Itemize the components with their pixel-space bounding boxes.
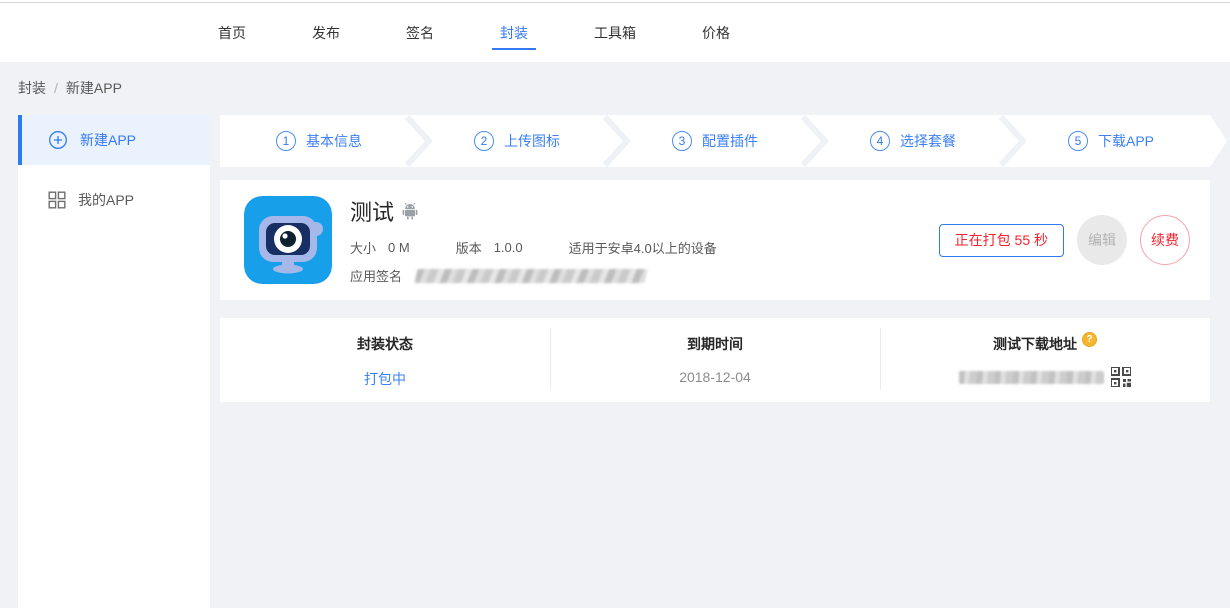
nav-item-home[interactable]: 首页: [210, 19, 254, 43]
sidebar: 新建APP 我的APP: [18, 115, 210, 608]
compat-text: 适用于安卓4.0以上的设备: [569, 238, 717, 257]
download-url-title: 测试下载地址?: [880, 334, 1210, 354]
size-value: 0 M: [388, 240, 410, 255]
step-number: 1: [276, 131, 296, 151]
app-meta: 大小 0 M 版本 1.0.0 适用于安卓4.0以上的设备: [350, 238, 939, 257]
screen: 首页 发布 签名 封装 工具箱 价格 封装 / 新建APP 新建APP: [0, 0, 1230, 608]
breadcrumb: 封装 / 新建APP: [0, 62, 1230, 115]
step-number: 3: [672, 131, 692, 151]
content-layout: 新建APP 我的APP 1 基本信息: [0, 115, 1230, 608]
renew-button[interactable]: 续费: [1140, 215, 1190, 265]
help-coin-icon[interactable]: ?: [1082, 332, 1097, 347]
step-label: 下载APP: [1098, 131, 1154, 151]
package-status-title: 封装状态: [220, 334, 550, 354]
expiry-value: 2018-12-04: [550, 369, 880, 385]
nav-item-publish[interactable]: 发布: [304, 19, 348, 43]
step-number: 5: [1068, 131, 1088, 151]
version-label: 版本: [456, 238, 482, 257]
step-label: 基本信息: [306, 131, 362, 151]
edit-button[interactable]: 编辑: [1077, 215, 1127, 265]
grid-icon: [48, 191, 66, 209]
step-download-app[interactable]: 5 下载APP: [1012, 115, 1210, 167]
status-card: 封装状态 打包中 到期时间 2018-12-04 测试下载地址?: [220, 318, 1210, 402]
app-actions: 正在打包 55 秒 编辑 续费: [939, 215, 1190, 265]
step-configure-plugins[interactable]: 3 配置插件: [616, 115, 814, 167]
breadcrumb-separator: /: [54, 80, 58, 96]
signature-label: 应用签名: [350, 266, 402, 285]
top-nav-bar: 首页 发布 签名 封装 工具箱 价格: [0, 0, 1230, 62]
step-label: 配置插件: [702, 131, 758, 151]
sidebar-item-new-app[interactable]: 新建APP: [18, 115, 210, 165]
app-icon: [244, 196, 332, 284]
sidebar-item-label: 新建APP: [80, 130, 136, 150]
android-icon: [402, 202, 418, 225]
step-label: 选择套餐: [900, 131, 956, 151]
size-label: 大小: [350, 238, 376, 257]
version-value: 1.0.0: [494, 240, 523, 255]
redacted-signature: [415, 269, 648, 283]
nav-item-toolbox[interactable]: 工具箱: [586, 19, 644, 43]
sidebar-item-my-apps[interactable]: 我的APP: [18, 175, 210, 225]
step-number: 2: [474, 131, 494, 151]
app-info: 测试: [350, 195, 939, 285]
package-status-column: 封装状态 打包中: [220, 318, 550, 402]
download-url-title-text: 测试下载地址: [993, 336, 1077, 352]
step-upload-icon[interactable]: 2 上传图标: [418, 115, 616, 167]
nav-item-package[interactable]: 封装: [492, 19, 536, 43]
packing-status-button[interactable]: 正在打包 55 秒: [939, 224, 1064, 257]
package-status-value: 打包中: [220, 369, 550, 389]
app-card: 测试: [220, 180, 1210, 300]
signature-row: 应用签名: [350, 266, 939, 285]
nav-item-pricing[interactable]: 价格: [694, 19, 738, 43]
app-title: 测试: [350, 195, 394, 227]
sidebar-item-label: 我的APP: [78, 190, 134, 210]
nav-item-sign[interactable]: 签名: [398, 19, 442, 43]
main-nav: 首页 发布 签名 封装 工具箱 价格: [0, 0, 1230, 62]
expiry-column: 到期时间 2018-12-04: [550, 318, 880, 402]
plus-circle-icon: [48, 130, 68, 150]
main-content: 1 基本信息 2 上传图标 3 配置插件 4: [220, 115, 1210, 608]
step-select-plan[interactable]: 4 选择套餐: [814, 115, 1012, 167]
breadcrumb-section[interactable]: 封装: [18, 80, 46, 96]
expiry-title: 到期时间: [550, 334, 880, 354]
step-number: 4: [870, 131, 890, 151]
page-body: 封装 / 新建APP 新建APP 我的APP: [0, 62, 1230, 608]
redacted-download-url[interactable]: [959, 371, 1104, 384]
download-url-column: 测试下载地址?: [880, 318, 1210, 402]
step-label: 上传图标: [504, 131, 560, 151]
step-basic-info[interactable]: 1 基本信息: [220, 115, 418, 167]
breadcrumb-current: 新建APP: [66, 80, 122, 96]
qr-code-icon[interactable]: [1111, 367, 1131, 387]
steps-end-arrow: [1210, 115, 1227, 167]
steps-bar: 1 基本信息 2 上传图标 3 配置插件 4: [220, 115, 1210, 167]
